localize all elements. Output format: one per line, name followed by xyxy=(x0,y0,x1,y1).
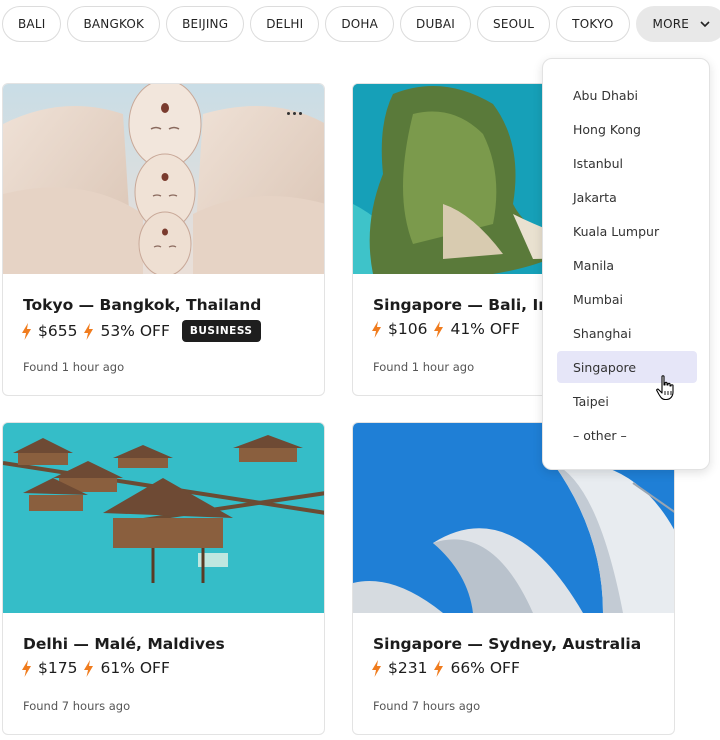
deal-discount: 61% OFF xyxy=(100,659,170,677)
bolt-icon xyxy=(434,320,444,338)
chip-tokyo[interactable]: TOKYO xyxy=(556,6,630,42)
deal-price: $106 xyxy=(388,320,428,338)
bolt-icon xyxy=(84,659,94,677)
deal-image-buddha xyxy=(3,84,324,274)
more-label: MORE xyxy=(652,17,690,31)
chip-dubai[interactable]: DUBAI xyxy=(400,6,472,42)
deal-price-row: $655 53% OFF BUSINESS xyxy=(21,320,261,342)
more-options-icon[interactable] xyxy=(287,112,302,115)
chip-bali[interactable]: BALI xyxy=(2,6,62,42)
destination-chips: BALI BANGKOK BEIJING DELHI DOHA DUBAI SE… xyxy=(2,6,720,42)
menu-item-shanghai[interactable]: Shanghai xyxy=(557,317,697,349)
menu-item-taipei[interactable]: Taipei xyxy=(557,385,697,417)
menu-item-hong-kong[interactable]: Hong Kong xyxy=(557,113,697,145)
pointer-hand-cursor xyxy=(656,375,674,401)
deal-discount: 66% OFF xyxy=(450,659,520,677)
chip-delhi[interactable]: DELHI xyxy=(250,6,320,42)
deal-price-row: $106 41% OFF xyxy=(371,320,520,338)
menu-item-jakarta[interactable]: Jakarta xyxy=(557,181,697,213)
deal-title: Tokyo — Bangkok, Thailand xyxy=(23,296,262,314)
found-time: Found 1 hour ago xyxy=(23,360,125,374)
deal-card[interactable]: Tokyo — Bangkok, Thailand $655 53% OFF B… xyxy=(2,83,325,396)
deal-discount: 41% OFF xyxy=(450,320,520,338)
bolt-icon xyxy=(434,659,444,677)
chip-doha[interactable]: DOHA xyxy=(325,6,395,42)
class-badge: BUSINESS xyxy=(181,320,261,342)
chip-beijing[interactable]: BEIJING xyxy=(166,6,245,42)
found-time: Found 1 hour ago xyxy=(373,360,475,374)
menu-item-mumbai[interactable]: Mumbai xyxy=(557,283,697,315)
menu-item-other[interactable]: – other – xyxy=(557,419,697,451)
deal-price-row: $231 66% OFF xyxy=(371,659,520,677)
deal-price: $231 xyxy=(388,659,428,677)
more-dropdown-button[interactable]: MORE xyxy=(635,6,720,42)
bolt-icon xyxy=(22,322,31,340)
deal-title: Delhi — Malé, Maldives xyxy=(23,635,225,653)
chevron-down-icon xyxy=(700,21,710,28)
menu-item-manila[interactable]: Manila xyxy=(557,249,697,281)
found-time: Found 7 hours ago xyxy=(373,699,481,713)
menu-item-kuala-lumpur[interactable]: Kuala Lumpur xyxy=(557,215,697,247)
deal-card[interactable]: Delhi — Malé, Maldives $175 61% OFF Foun… xyxy=(2,422,325,735)
bolt-icon xyxy=(372,320,381,338)
chip-seoul[interactable]: SEOUL xyxy=(477,6,551,42)
more-dropdown-menu: Abu Dhabi Hong Kong Istanbul Jakarta Kua… xyxy=(542,58,710,470)
deal-title: Singapore — Sydney, Australia xyxy=(373,635,642,653)
found-time: Found 7 hours ago xyxy=(23,699,131,713)
bolt-icon xyxy=(84,322,94,340)
bolt-icon xyxy=(22,659,31,677)
chip-bangkok[interactable]: BANGKOK xyxy=(67,6,161,42)
deal-discount: 53% OFF xyxy=(100,322,170,340)
menu-item-singapore[interactable]: Singapore xyxy=(557,351,697,383)
deal-price-row: $175 61% OFF xyxy=(21,659,170,677)
bolt-icon xyxy=(372,659,381,677)
menu-item-abu-dhabi[interactable]: Abu Dhabi xyxy=(557,79,697,111)
deal-price: $175 xyxy=(38,659,78,677)
deal-price: $655 xyxy=(38,322,78,340)
menu-item-istanbul[interactable]: Istanbul xyxy=(557,147,697,179)
deal-image-water-villas xyxy=(3,423,324,613)
